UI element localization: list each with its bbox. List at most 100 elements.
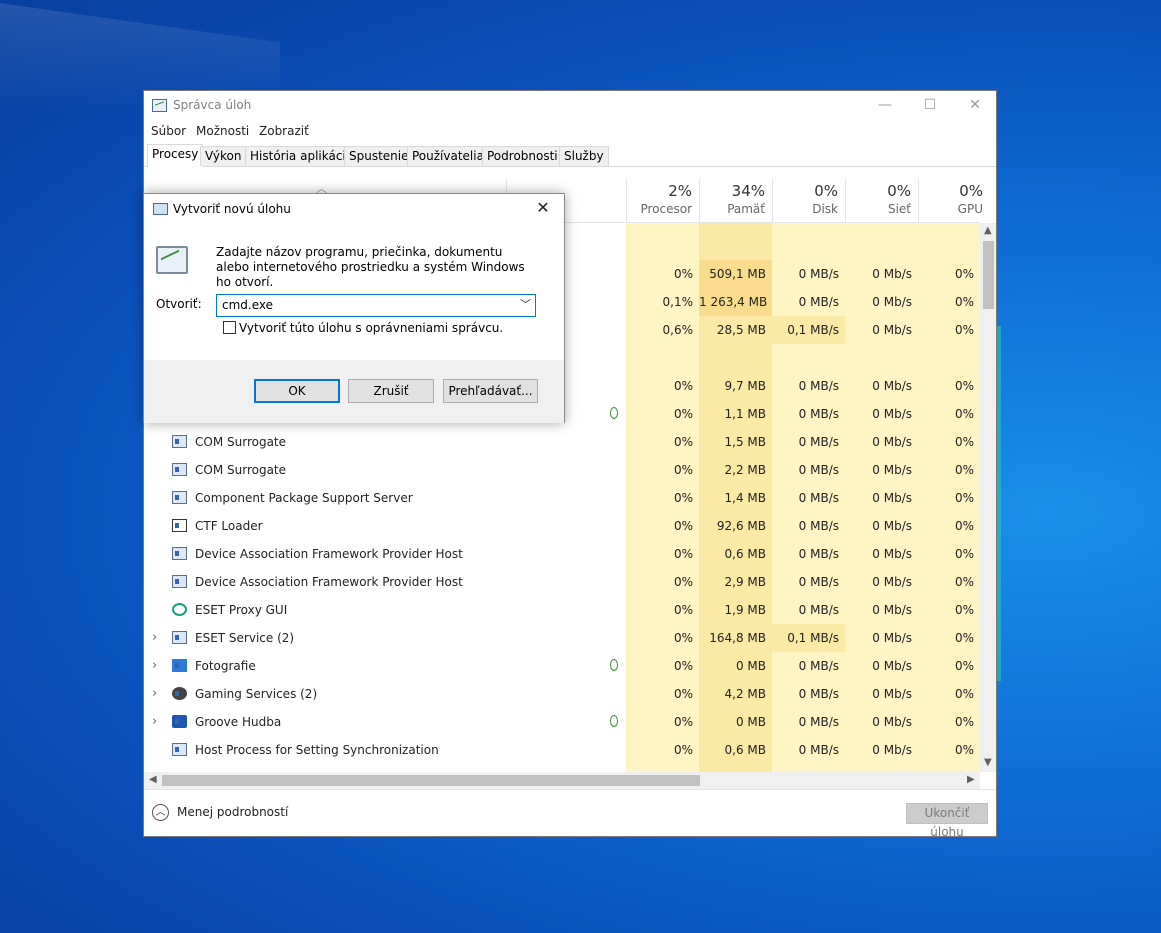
process-name: COM Surrogate bbox=[195, 435, 287, 449]
dialog-description: Zadajte názov programu, priečinka, dokum… bbox=[216, 245, 525, 289]
gpu-cell: 0% bbox=[954, 267, 974, 281]
gpu-cell: 0% bbox=[954, 435, 974, 449]
gpu-cell: 0% bbox=[954, 519, 974, 533]
column-header-disk[interactable]: 0% Disk bbox=[772, 179, 845, 223]
chevron-right-icon[interactable]: › bbox=[152, 652, 157, 680]
scroll-down-icon[interactable]: ▼ bbox=[984, 757, 992, 768]
mem-cell: 2,2 MB bbox=[724, 463, 766, 477]
chevron-right-icon[interactable]: › bbox=[152, 708, 157, 736]
column-header-gpu[interactable]: 0% GPU bbox=[918, 179, 990, 223]
net-cell: 0 Mb/s bbox=[872, 575, 912, 589]
table-row[interactable]: › Groove Hudba 0% 0 MB 0 MB/s 0 Mb/s 0% bbox=[144, 708, 980, 736]
table-row[interactable]: › Gaming Services (2) 0% 4,2 MB 0 MB/s 0 Mb/s… bbox=[144, 680, 980, 708]
scroll-up-icon[interactable]: ▲ bbox=[984, 225, 992, 236]
net-cell: 0 Mb/s bbox=[872, 435, 912, 449]
gpu-total: 0% bbox=[959, 182, 983, 200]
admin-checkbox[interactable] bbox=[223, 321, 236, 334]
cpu-cell: 0% bbox=[673, 687, 693, 701]
ok-button[interactable]: OK bbox=[254, 379, 340, 403]
tab-users[interactable]: Používatelia bbox=[407, 146, 489, 166]
table-row[interactable]: Host Process for Setting Synchronization… bbox=[144, 736, 980, 764]
gpu-cell: 0% bbox=[954, 547, 974, 561]
mem-cell: 92,6 MB bbox=[716, 519, 766, 533]
mem-cell: 0 MB bbox=[735, 715, 766, 729]
column-header-cpu[interactable]: 2% Procesor bbox=[626, 179, 699, 223]
cpu-cell: 0% bbox=[673, 575, 693, 589]
process-icon bbox=[172, 743, 187, 756]
cpu-cell: 0% bbox=[673, 631, 693, 645]
disk-cell: 0 MB/s bbox=[798, 407, 839, 421]
menu-options[interactable]: Možnosti bbox=[196, 124, 249, 138]
cancel-button[interactable]: Zrušiť bbox=[348, 379, 434, 403]
column-header-memory[interactable]: 34% Pamäť bbox=[699, 179, 772, 223]
browse-button[interactable]: Prehľadávať... bbox=[443, 379, 538, 403]
vertical-scroll-thumb[interactable] bbox=[983, 241, 994, 309]
table-row[interactable]: COM Surrogate 0% 1,5 MB 0 MB/s 0 Mb/s 0% bbox=[144, 428, 980, 456]
mem-cell: 1 263,4 MB bbox=[699, 288, 772, 316]
mem-cell: 1,1 MB bbox=[724, 407, 766, 421]
menu-view[interactable]: Zobraziť bbox=[259, 124, 309, 138]
groove-icon bbox=[172, 715, 187, 728]
gpu-label: GPU bbox=[957, 202, 983, 216]
disk-cell: 0 MB/s bbox=[798, 463, 839, 477]
table-row[interactable]: COM Surrogate 0% 2,2 MB 0 MB/s 0 Mb/s 0% bbox=[144, 456, 980, 484]
net-cell: 0 Mb/s bbox=[872, 687, 912, 701]
horizontal-scroll-thumb[interactable] bbox=[162, 775, 700, 786]
open-input[interactable]: cmd.exe bbox=[222, 298, 273, 312]
cpu-label: Procesor bbox=[640, 202, 692, 216]
close-icon[interactable]: ✕ bbox=[528, 197, 558, 219]
tab-services[interactable]: Služby bbox=[559, 146, 609, 166]
disk-cell: 0 MB/s bbox=[798, 575, 839, 589]
cpu-cell: 0% bbox=[673, 519, 693, 533]
table-row[interactable]: CTF Loader 0% 92,6 MB 0 MB/s 0 Mb/s 0% bbox=[144, 512, 980, 540]
open-label: Otvoriť: bbox=[156, 297, 202, 311]
dialog-title: Vytvoriť novú úlohu bbox=[173, 202, 291, 216]
gpu-cell: 0% bbox=[954, 323, 974, 337]
disk-cell: 0 MB/s bbox=[798, 267, 839, 281]
process-name: ESET Proxy GUI bbox=[195, 603, 288, 617]
title-bar[interactable]: Správca úloh — ☐ ✕ bbox=[144, 91, 996, 121]
table-row[interactable]: Device Association Framework Provider Ho… bbox=[144, 540, 980, 568]
disk-cell: 0,1 MB/s bbox=[772, 316, 845, 344]
table-row[interactable]: Component Package Support Server 0% 1,4 MB… bbox=[144, 484, 980, 512]
disk-cell: 0 MB/s bbox=[798, 547, 839, 561]
process-name: ESET Service (2) bbox=[195, 631, 295, 645]
run-dialog: Vytvoriť novú úlohu ✕ Zadajte názov prog… bbox=[143, 193, 565, 423]
tab-processes[interactable]: Procesy bbox=[147, 144, 204, 167]
end-task-button[interactable]: Ukončiť úlohu bbox=[906, 803, 988, 836]
close-button[interactable]: ✕ bbox=[952, 91, 996, 121]
mem-cell: 1,4 MB bbox=[724, 491, 766, 505]
table-row[interactable]: Device Association Framework Provider Ho… bbox=[144, 568, 980, 596]
table-row[interactable]: ESET Proxy GUI 0% 1,9 MB 0 MB/s 0 Mb/s 0% bbox=[144, 596, 980, 624]
admin-checkbox-label[interactable]: Vytvoriť túto úlohu s oprávneniami správ… bbox=[239, 321, 503, 335]
disk-label: Disk bbox=[812, 202, 838, 216]
tab-app-history[interactable]: História aplikácií bbox=[245, 146, 355, 166]
chevron-down-icon[interactable]: ﹀ bbox=[520, 296, 531, 312]
tab-details[interactable]: Podrobnosti bbox=[482, 146, 563, 166]
cpu-cell bbox=[626, 232, 699, 260]
eset-icon bbox=[172, 603, 187, 616]
tab-performance[interactable]: Výkon bbox=[200, 146, 247, 166]
mem-cell: 509,1 MB bbox=[699, 260, 772, 288]
disk-cell: 0,1 MB/s bbox=[772, 624, 845, 652]
scroll-left-icon[interactable]: ◀ bbox=[149, 774, 157, 785]
menu-file[interactable]: Súbor bbox=[151, 124, 186, 138]
process-name: CTF Loader bbox=[195, 519, 263, 533]
net-cell: 0 Mb/s bbox=[872, 715, 912, 729]
chevron-up-circle-icon[interactable]: ︿ bbox=[152, 804, 169, 821]
open-combobox[interactable]: cmd.exe ﹀ bbox=[216, 294, 536, 317]
minimize-button[interactable]: — bbox=[862, 91, 908, 121]
table-row[interactable]: › Fotografie 0% 0 MB 0 MB/s 0 Mb/s 0% bbox=[144, 652, 980, 680]
net-cell: 0 Mb/s bbox=[872, 547, 912, 561]
column-header-network[interactable]: 0% Sieť bbox=[845, 179, 918, 223]
tab-startup[interactable]: Spustenie bbox=[344, 146, 414, 166]
process-icon bbox=[172, 575, 187, 588]
gpu-cell: 0% bbox=[954, 687, 974, 701]
table-row[interactable]: › ESET Service (2) 0% 164,8 MB 0,1 MB/s 0 Mb/… bbox=[144, 624, 980, 652]
less-details-link[interactable]: Menej podrobností bbox=[177, 805, 288, 819]
chevron-right-icon[interactable]: › bbox=[152, 624, 157, 652]
chevron-right-icon[interactable]: › bbox=[152, 680, 157, 708]
maximize-button[interactable]: ☐ bbox=[907, 91, 953, 121]
scroll-right-icon[interactable]: ▶ bbox=[967, 774, 975, 785]
monitor-icon bbox=[156, 246, 188, 274]
